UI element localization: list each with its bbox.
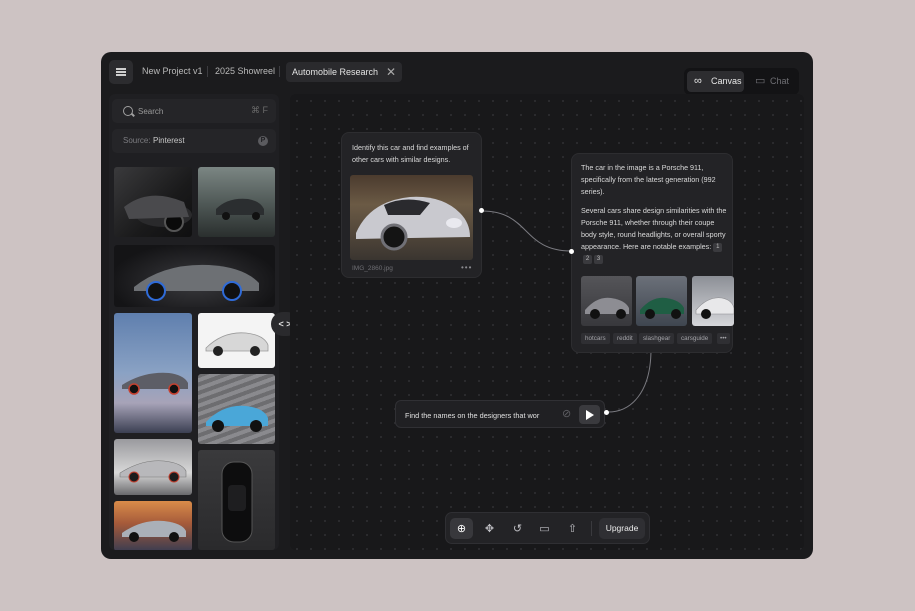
- car-image: [205, 332, 269, 356]
- source-tag[interactable]: reddit: [613, 333, 637, 344]
- connector-handle[interactable]: [479, 208, 484, 213]
- source-label: Source:: [123, 136, 151, 145]
- tab-label: Automobile Research: [292, 67, 379, 77]
- history-icon: ↺: [512, 523, 523, 535]
- car-thumbnail[interactable]: [114, 245, 275, 307]
- hamburger-menu-icon: [116, 71, 126, 73]
- citation-ref-3[interactable]: 3: [594, 254, 603, 264]
- chat-input[interactable]: [405, 408, 545, 422]
- car-image: [221, 461, 253, 543]
- car-thumbnail[interactable]: [198, 313, 275, 368]
- car-thumbnail[interactable]: [114, 167, 192, 237]
- response-paragraph-2-text: Several cars share design similarities w…: [581, 206, 727, 251]
- chat-bubble-icon: ▭: [755, 75, 766, 87]
- comment-icon: ▭: [539, 523, 550, 535]
- upgrade-button[interactable]: Upgrade: [599, 518, 645, 539]
- tab-automobile-research[interactable]: Automobile Research ✕: [286, 62, 403, 82]
- share-icon: ⇧: [567, 523, 578, 535]
- more-tags-button[interactable]: •••: [717, 333, 730, 344]
- image-library-sidebar: ⌘ F Source: Pinterest P: [109, 94, 279, 550]
- pinterest-icon: P: [258, 136, 268, 146]
- result-image[interactable]: [636, 276, 687, 326]
- more-options-icon[interactable]: •••: [461, 263, 472, 272]
- canvas-area[interactable]: Identify this car and find examples of o…: [290, 94, 804, 550]
- car-thumbnail[interactable]: [114, 501, 192, 550]
- response-node[interactable]: The car in the image is a Porsche 911, s…: [571, 153, 734, 353]
- car-thumbnail[interactable]: [198, 374, 275, 444]
- breadcrumb-separator: [279, 66, 280, 77]
- hamburger-menu-button[interactable]: [109, 60, 133, 84]
- car-image: [356, 196, 470, 251]
- citation-ref-2[interactable]: 2: [583, 254, 592, 264]
- view-mode-switch: ∞ Canvas ▭ Chat: [684, 68, 799, 95]
- prompt-node[interactable]: Identify this car and find examples of o…: [341, 132, 482, 278]
- result-image[interactable]: [581, 276, 632, 326]
- source-tag[interactable]: hotcars: [581, 333, 610, 344]
- close-tab-icon[interactable]: ✕: [386, 62, 396, 82]
- citation-ref-1[interactable]: 1: [713, 242, 723, 252]
- car-image: [124, 195, 192, 232]
- car-thumbnail[interactable]: [198, 450, 275, 550]
- history-button[interactable]: ↺: [506, 518, 529, 539]
- prompt-text: Identify this car and find examples of o…: [352, 143, 469, 164]
- chat-input-box: ⊘: [395, 400, 605, 428]
- source-filter[interactable]: Source: Pinterest P: [112, 129, 276, 153]
- car-image: [206, 405, 268, 432]
- car-image: [119, 460, 187, 483]
- car-image: [585, 297, 629, 319]
- car-thumbnail[interactable]: [114, 313, 192, 433]
- car-thumbnail[interactable]: [198, 167, 275, 237]
- car-image: [216, 198, 264, 220]
- chat-mode-button[interactable]: ▭ Chat: [748, 71, 796, 92]
- source-tag[interactable]: carsguide: [677, 333, 713, 344]
- image-filename: IMG_2860.jpg: [352, 265, 393, 272]
- move-tool-button[interactable]: ✥: [478, 518, 501, 539]
- source-value: Pinterest: [153, 136, 185, 145]
- result-image[interactable]: [692, 276, 734, 326]
- add-node-button[interactable]: ⊕: [450, 518, 473, 539]
- canvas-mode-label: Canvas: [711, 76, 742, 86]
- car-thumbnail[interactable]: [114, 439, 192, 495]
- connector-handle[interactable]: [569, 249, 574, 254]
- car-image: [122, 520, 186, 542]
- source-tag[interactable]: slashgear: [639, 333, 675, 344]
- breadcrumb-showreel[interactable]: 2025 Showreel: [215, 66, 275, 76]
- search-icon: [123, 106, 133, 116]
- infinity-icon: ∞: [694, 75, 702, 87]
- move-icon: ✥: [484, 523, 495, 535]
- search-bar[interactable]: ⌘ F: [112, 99, 276, 123]
- toolbar-divider: [591, 521, 592, 536]
- car-image: [695, 297, 734, 319]
- breadcrumb-project[interactable]: New Project v1: [142, 66, 203, 76]
- share-button[interactable]: ⇧: [561, 518, 584, 539]
- response-paragraph-1: The car in the image is a Porsche 911, s…: [581, 163, 716, 196]
- car-image: [134, 264, 259, 301]
- connector-handle[interactable]: [604, 410, 609, 415]
- chat-mode-label: Chat: [770, 76, 790, 86]
- plus-circle-icon: ⊕: [456, 523, 467, 535]
- search-input[interactable]: [138, 104, 238, 118]
- keyboard-shortcut-hint: ⌘ F: [251, 105, 268, 115]
- comment-button[interactable]: ▭: [533, 518, 556, 539]
- app-window: New Project v1 2025 Showreel Automobile …: [101, 52, 813, 559]
- breadcrumb-separator: [207, 66, 208, 77]
- attachment-icon[interactable]: ⊘: [562, 407, 571, 420]
- send-button[interactable]: [579, 405, 600, 424]
- car-image: [122, 372, 188, 395]
- response-paragraph-2: Several cars share design similarities w…: [581, 205, 729, 265]
- uploaded-car-image[interactable]: [350, 175, 473, 260]
- bottom-toolbar: ⊕ ✥ ↺ ▭ ⇧ Upgrade: [445, 512, 650, 544]
- car-image: [640, 297, 684, 319]
- canvas-mode-button[interactable]: ∞ Canvas: [687, 71, 744, 92]
